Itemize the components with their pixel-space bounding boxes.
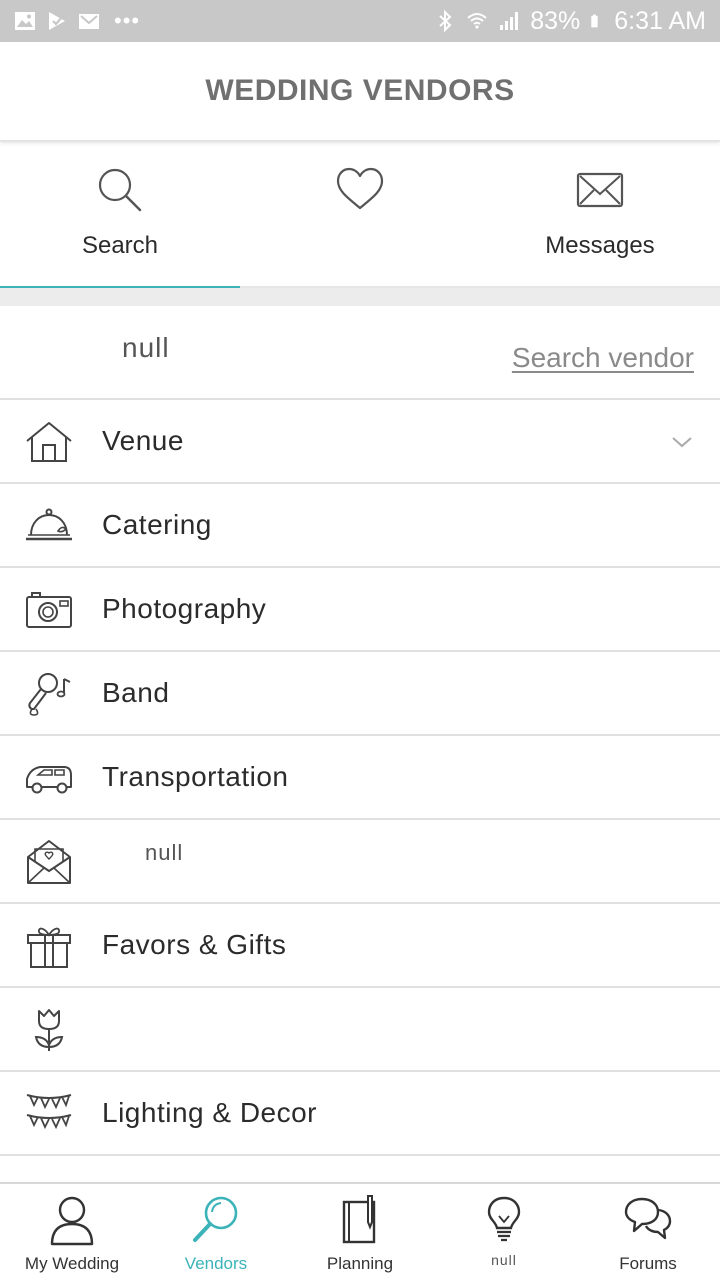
mail-notification-icon	[79, 14, 99, 29]
nav-planning[interactable]: Planning	[288, 1184, 432, 1280]
vendor-category-catering[interactable]: Catering	[0, 484, 720, 568]
heart-icon	[336, 167, 384, 210]
house-icon	[26, 422, 72, 462]
tab-messages-label: Messages	[545, 232, 655, 259]
nav-forums-label: Forums	[619, 1254, 677, 1273]
nav-vendors-label: Vendors	[184, 1254, 248, 1273]
chevron-down-icon[interactable]	[670, 430, 694, 454]
nav-forums[interactable]: Forums	[576, 1184, 720, 1280]
vendor-category-list: Venue Catering Photography Band Transpor…	[0, 400, 720, 1240]
vendor-category-photography[interactable]: Photography	[0, 568, 720, 652]
bluetooth-icon	[439, 10, 452, 32]
gallery-notification-icon	[15, 12, 35, 30]
page-title: WEDDING VENDORS	[205, 74, 515, 107]
vendor-category-lighting-decor[interactable]: Lighting & Decor	[0, 1072, 720, 1156]
car-icon	[26, 766, 72, 794]
vendor-category-label: Catering	[102, 509, 212, 540]
battery-icon	[591, 14, 598, 28]
vendor-category-band[interactable]: Band	[0, 652, 720, 736]
lightbulb-icon	[487, 1196, 521, 1242]
invitation-envelope-icon	[27, 840, 71, 884]
vendor-category-label: Photography	[102, 593, 267, 624]
gift-icon	[27, 927, 71, 968]
notebook-icon	[342, 1195, 376, 1244]
vendor-category-label: Venue	[102, 425, 184, 456]
vendor-search-row: null Search vendor	[0, 306, 720, 400]
search-vendor-link[interactable]: Search vendor	[512, 342, 694, 374]
vendor-category-label: Favors & Gifts	[102, 929, 287, 960]
bunting-icon	[26, 1094, 72, 1130]
battery-percent: 83%	[530, 7, 581, 35]
vendor-category-invitations[interactable]: null	[0, 820, 720, 904]
nav-planning-label: Planning	[326, 1254, 394, 1273]
camera-icon	[26, 592, 72, 628]
person-icon	[50, 1196, 94, 1246]
nav-ideas[interactable]: null	[432, 1184, 576, 1280]
vendor-category-label: Lighting & Decor	[102, 1097, 318, 1128]
search-location-value[interactable]: null	[122, 332, 170, 364]
vendor-category-venue[interactable]: Venue	[0, 400, 720, 484]
tab-search-label: Search	[81, 232, 159, 259]
section-separator	[0, 288, 720, 306]
vendor-category-favors-gifts[interactable]: Favors & Gifts	[0, 904, 720, 988]
more-notifications-icon: •••	[114, 8, 141, 33]
vendor-category-label: Band	[102, 677, 170, 708]
app-header: WEDDING VENDORS	[0, 42, 720, 142]
nav-vendors[interactable]: Vendors	[144, 1184, 288, 1280]
vendor-category-flowers[interactable]	[0, 988, 720, 1072]
cloche-icon	[26, 508, 72, 541]
nav-ideas-label: null	[491, 1252, 517, 1268]
wifi-icon	[467, 13, 487, 29]
status-bar: ••• 83% 6:31 AM	[0, 0, 720, 42]
microphone-icon	[28, 673, 71, 716]
tab-favorites[interactable]	[240, 142, 480, 288]
clock: 6:31 AM	[614, 7, 706, 35]
tulip-icon	[34, 1009, 64, 1051]
vendor-category-label: null	[145, 840, 184, 865]
tab-messages[interactable]: Messages	[480, 142, 720, 288]
vendor-category-transportation[interactable]: Transportation	[0, 736, 720, 820]
chat-bubbles-icon	[624, 1197, 672, 1240]
tab-search[interactable]: Search	[0, 142, 240, 290]
nav-my-wedding[interactable]: My Wedding	[0, 1184, 144, 1280]
play-store-notification-icon	[49, 12, 65, 30]
search-icon	[98, 168, 142, 212]
magnifier-icon	[193, 1196, 238, 1242]
envelope-icon	[576, 172, 624, 208]
signal-icon	[500, 12, 519, 30]
vendor-category-label: Transportation	[102, 761, 289, 792]
bottom-navigation: My Wedding Vendors Planning null Forums	[0, 1182, 720, 1280]
tab-bar: Search Messages	[0, 142, 720, 290]
nav-my-wedding-label: My Wedding	[24, 1254, 120, 1273]
